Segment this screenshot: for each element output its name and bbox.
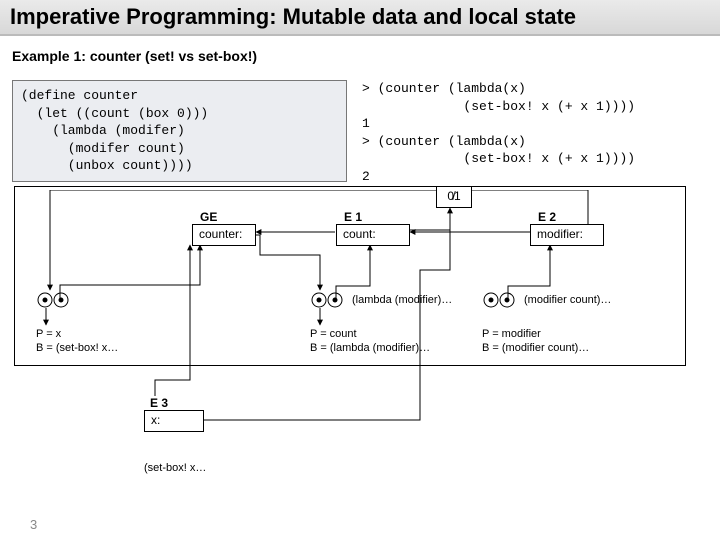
closure1-p: P = x bbox=[36, 328, 61, 340]
closure2-text: (lambda (modifier)… bbox=[352, 294, 452, 306]
closure3-text: (modifier count)… bbox=[524, 294, 611, 306]
code-repl: > (counter (lambda(x) (set-box! x (+ x 1… bbox=[362, 80, 635, 185]
slide-title: Imperative Programming: Mutable data and… bbox=[0, 0, 720, 36]
closure2-p: P = count bbox=[310, 328, 357, 340]
e2-frame: modifier: bbox=[530, 224, 604, 246]
bottom-setbox: (set-box! x… bbox=[144, 462, 206, 474]
closure1-b: B = (set-box! x… bbox=[36, 342, 118, 354]
closure2-b: B = (lambda (modifier)… bbox=[310, 342, 430, 354]
ge-label: GE bbox=[200, 210, 217, 224]
example-subtitle: Example 1: counter (set! vs set-box!) bbox=[0, 36, 720, 70]
closure-2 bbox=[310, 290, 346, 310]
closure3-b: B = (modifier count)… bbox=[482, 342, 589, 354]
e3-frame: x: bbox=[144, 410, 204, 432]
closure-1 bbox=[36, 290, 72, 310]
e1-frame: count: bbox=[336, 224, 410, 246]
code-definition: (define counter (let ((count (box 0))) (… bbox=[12, 80, 347, 182]
closure3-p: P = modifier bbox=[482, 328, 541, 340]
page-number: 3 bbox=[30, 517, 37, 532]
environment-diagram: GE counter: E 1 count: 0̸1 E 2 modifier:… bbox=[10, 190, 710, 500]
e1-label: E 1 bbox=[344, 210, 362, 224]
closure-3 bbox=[482, 290, 518, 310]
e2-label: E 2 bbox=[538, 210, 556, 224]
e3-label: E 3 bbox=[150, 396, 168, 410]
count-box: 0̸1 bbox=[436, 186, 472, 208]
ge-frame: counter: bbox=[192, 224, 256, 246]
